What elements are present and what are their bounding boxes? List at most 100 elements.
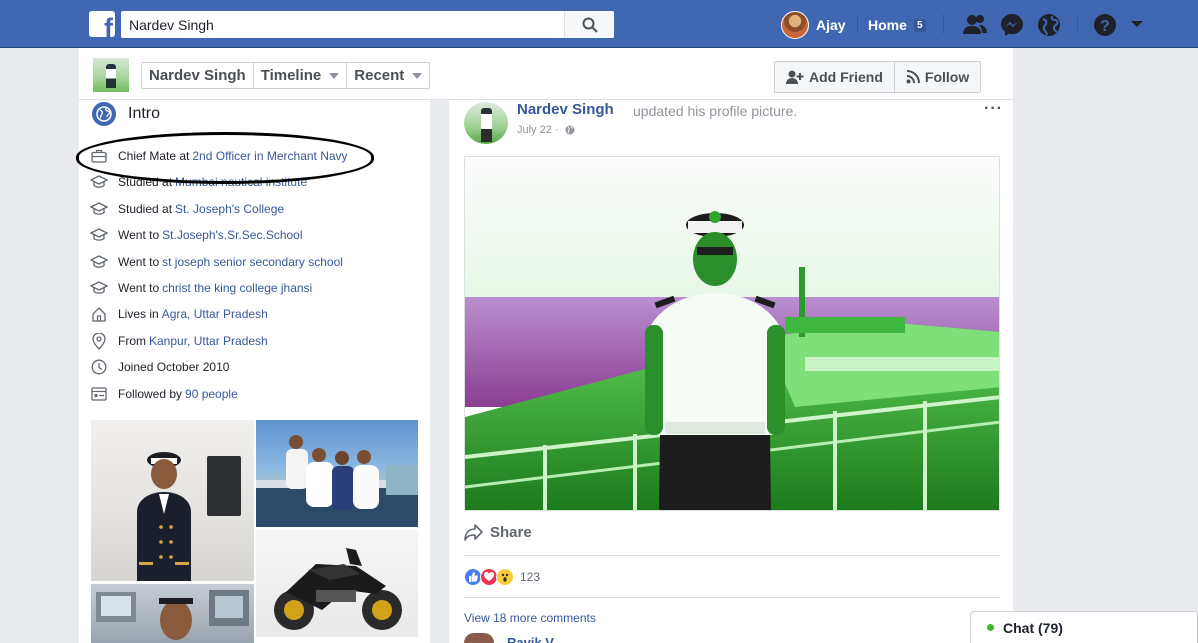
notifications-globe-icon[interactable] [1036, 12, 1062, 38]
share-label: Share [490, 523, 532, 541]
graduation-cap-icon [90, 253, 108, 271]
photo-motorcycle [274, 548, 402, 630]
chevron-down-icon [329, 72, 340, 79]
post-image-scene [465, 157, 999, 510]
nav-user-name: Ajay [816, 17, 846, 33]
tab-profile-name[interactable]: Nardev Singh [142, 63, 254, 88]
globe-icon [92, 102, 116, 126]
tab-profile-name-label: Nardev Singh [149, 67, 246, 84]
top-navigation-bar: f Ajay Home 5 ? [0, 0, 1198, 48]
search-icon [582, 17, 598, 33]
intro-item-link[interactable]: Kanpur, Uttar Pradesh [149, 334, 268, 348]
intro-item-text: Studied at [118, 175, 173, 189]
intro-item-link[interactable]: 2nd Officer in Merchant Navy [192, 149, 347, 163]
wow-icon [496, 568, 514, 586]
nav-home-link[interactable]: Home [868, 17, 907, 33]
tab-recent-label: Recent [354, 67, 405, 84]
search-box [121, 11, 614, 38]
graduation-cap-icon [90, 200, 108, 218]
post-options-button[interactable]: ··· [984, 100, 1003, 118]
post-author-avatar[interactable] [464, 102, 508, 144]
view-more-comments-link[interactable]: View 18 more comments [464, 611, 596, 625]
photo-thumbnail[interactable] [256, 420, 418, 527]
reaction-summary[interactable]: 123 [464, 568, 540, 586]
intro-item-link[interactable]: 90 people [185, 387, 238, 401]
comment-author-name[interactable]: Ravik V... [507, 633, 564, 643]
nav-divider [1077, 14, 1078, 34]
intro-item-link[interactable]: st joseph senior secondary school [162, 255, 343, 269]
post-date-separator: · [554, 124, 559, 136]
intro-title: Intro [128, 105, 161, 122]
intro-item-link[interactable]: christ the king college jhansi [162, 281, 312, 295]
nav-user-profile-link[interactable]: Ajay [781, 11, 846, 39]
share-arrow-icon [464, 524, 483, 541]
photo-thumbnail[interactable] [91, 584, 254, 643]
follow-button[interactable]: Follow [895, 62, 980, 92]
profile-action-buttons: Add Friend Follow [774, 61, 982, 93]
tab-timeline[interactable]: Timeline [254, 63, 348, 88]
photo-thumbnail[interactable] [91, 420, 254, 581]
facebook-logo-icon[interactable]: f [89, 11, 115, 37]
search-button[interactable] [564, 11, 614, 38]
rss-follow-icon [906, 70, 920, 84]
chevron-down-icon [412, 72, 423, 79]
home-notification-badge: 5 [914, 19, 926, 32]
intro-item-text: Lives in [118, 307, 159, 321]
location-pin-icon [90, 332, 108, 350]
add-friend-button[interactable]: Add Friend [775, 62, 895, 92]
profile-tabs: Nardev Singh Timeline Recent [141, 62, 431, 89]
intro-item-text: Chief Mate at [118, 149, 190, 163]
briefcase-icon [90, 147, 108, 165]
intro-item-joined: Joined October 2010 [90, 358, 232, 376]
user-avatar [781, 11, 809, 39]
help-icon[interactable]: ? [1092, 12, 1118, 38]
intro-item-text: Studied at [118, 202, 173, 216]
intro-item-education: Studied at St. Joseph's College [90, 200, 284, 218]
search-input[interactable] [121, 11, 563, 38]
intro-card: Intro Chief Mate at 2nd Officer in Mercha… [76, 100, 430, 643]
post-divider [464, 597, 1000, 598]
post-date-link[interactable]: July 22 [517, 124, 552, 136]
intro-item-link[interactable]: Mumbai nautical institute [175, 175, 307, 189]
photo-group-figures [256, 435, 418, 527]
intro-item-education: Went to st joseph senior secondary school [90, 253, 343, 271]
intro-item-education: Went to St.Joseph's.Sr.Sec.School [90, 226, 303, 244]
intro-item-from: From Kanpur, Uttar Pradesh [90, 332, 268, 350]
chat-sidebar-toggle[interactable]: Chat (79) [970, 611, 1198, 643]
tab-recent[interactable]: Recent [347, 63, 429, 88]
intro-item-link[interactable]: St.Joseph's.Sr.Sec.School [162, 228, 302, 242]
intro-item-text: Followed by [118, 387, 183, 401]
friend-requests-icon[interactable] [962, 12, 988, 38]
public-audience-icon[interactable] [565, 125, 575, 135]
profile-thumbnail[interactable] [93, 58, 129, 92]
graduation-cap-icon [90, 226, 108, 244]
intro-item-link[interactable]: Agra, Uttar Pradesh [162, 307, 268, 321]
intro-header: Intro [92, 102, 160, 126]
intro-item-text: From [118, 334, 146, 348]
followers-icon [90, 385, 108, 403]
post-divider [464, 555, 1000, 556]
intro-item-link[interactable]: St. Joseph's College [175, 202, 284, 216]
messenger-icon[interactable] [999, 12, 1025, 38]
intro-item-lives-in: Lives in Agra, Uttar Pradesh [90, 305, 268, 323]
post-profile-picture[interactable] [464, 156, 1000, 511]
photo-thumbnail[interactable] [256, 530, 418, 637]
share-button[interactable]: Share [464, 523, 532, 541]
chat-label: Chat (79) [1003, 619, 1063, 636]
photo-person-figure [137, 452, 191, 581]
post-author-name[interactable]: Nardev Singh [517, 101, 614, 118]
intro-item-text: Went to [118, 281, 160, 295]
nav-divider [943, 14, 944, 34]
intro-item-followers: Followed by 90 people [90, 385, 238, 403]
account-menu-chevron-icon[interactable] [1131, 21, 1143, 27]
reaction-count: 123 [520, 570, 541, 584]
photo-bridge-console [96, 590, 249, 640]
post-action-text: updated his profile picture. [633, 103, 798, 119]
follow-label: Follow [924, 69, 970, 85]
comment-author-avatar[interactable] [464, 633, 494, 643]
svg-text:?: ? [1100, 18, 1110, 35]
tab-timeline-label: Timeline [260, 67, 322, 84]
post-card: Nardev Singh updated his profile picture… [449, 100, 1013, 643]
graduation-cap-icon [90, 173, 108, 191]
house-icon [90, 305, 108, 323]
